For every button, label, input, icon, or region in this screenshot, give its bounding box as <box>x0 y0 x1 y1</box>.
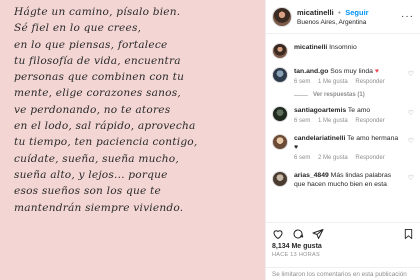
like-comment-icon[interactable]: ♡ <box>408 137 414 145</box>
text-line: sueña alto, y lejos... porque <box>14 168 168 181</box>
share-icon[interactable] <box>312 228 324 240</box>
text-line: tu tiempo, ten paciencia contigo, <box>14 136 198 149</box>
reply-button[interactable]: Responder <box>355 155 384 161</box>
post-image: Hágte un camino, písalo bien. Sé fiel en… <box>0 0 265 280</box>
comment-text: Sos muy linda <box>330 68 373 75</box>
text-line: en lo que piensas, fortalece <box>14 38 168 51</box>
post-sidebar: micatinelli • Seguir Buenos Aires, Argen… <box>265 0 420 280</box>
comment-time: 6 sem <box>294 118 311 124</box>
bookmark-icon[interactable] <box>403 228 414 240</box>
caption-text: Insomnio <box>329 44 357 51</box>
handwritten-text: Hágte un camino, písalo bien. Sé fiel en… <box>0 0 265 216</box>
caption: micatinelli Insomnio <box>272 43 414 59</box>
comment-time: 6 sem <box>294 79 311 85</box>
comment-username[interactable]: santiagoartemis <box>294 107 346 114</box>
comment-time: 6 sem <box>294 155 311 161</box>
comment-text: Te amo <box>347 107 371 114</box>
heart-emoji-icon: ♥ <box>294 144 299 151</box>
comment-item: candelariatinelli Te amo hermana ♥ 6 sem… <box>272 134 414 163</box>
text-line: en el lodo, sal rápido, aprovecha <box>14 120 196 133</box>
text-line: personas que combinen con tu <box>14 71 185 84</box>
author-avatar[interactable] <box>272 6 292 27</box>
like-comment-icon[interactable]: ♡ <box>408 174 414 182</box>
follow-button[interactable]: Seguir <box>345 8 368 17</box>
comment-username[interactable]: tan.and.go <box>294 68 328 75</box>
post-timestamp: HACE 13 HORAS <box>272 252 320 258</box>
commenter-avatar[interactable] <box>272 171 288 187</box>
comment-icon[interactable] <box>292 228 304 240</box>
view-replies-link[interactable]: Ver respuestas (1) <box>294 92 414 98</box>
comments-list: micatinelli Insomnio tan.and.go Sos muy … <box>266 35 420 215</box>
comment-item: arias_4849 Más lindas palabras que hacen… <box>272 171 414 189</box>
comment-item: santiagoartemis Te amo 6 sem 1 Me gusta … <box>272 106 414 126</box>
comment-likes[interactable]: 1 Me gusta <box>318 79 348 85</box>
reply-button[interactable]: Responder <box>355 79 384 85</box>
comment-text: Te amo hermana <box>347 135 399 142</box>
text-line: Sé fiel en lo que crees, <box>14 22 142 35</box>
text-line: mente, elige corazones sanos, <box>14 87 181 100</box>
author-info: micatinelli • Seguir Buenos Aires, Argen… <box>297 6 369 28</box>
comment-item: tan.and.go Sos muy linda ♥ 6 sem 1 Me gu… <box>272 67 414 87</box>
text-line: cuídate, sueña, sueña mucho, <box>14 152 179 165</box>
heart-icon[interactable] <box>272 228 284 240</box>
like-comment-icon[interactable]: ♡ <box>408 109 414 117</box>
comments-limited-notice: Se limitaron los comentarios en esta pub… <box>266 267 420 280</box>
like-count[interactable]: 8,134 Me gusta <box>272 243 414 250</box>
comment-username[interactable]: candelariatinelli <box>294 135 345 142</box>
more-options-icon[interactable]: ··· <box>401 11 414 22</box>
location-link[interactable]: Buenos Aires, Argentina <box>297 18 369 28</box>
comment-username[interactable]: arias_4849 <box>294 172 329 179</box>
heart-emoji-icon: ♥ <box>374 68 379 75</box>
commenter-avatar[interactable] <box>272 134 288 150</box>
comment-likes[interactable]: 1 Me gusta <box>318 118 348 124</box>
text-line: mantendrán siempre viviendo. <box>14 201 184 214</box>
author-avatar[interactable] <box>272 43 288 59</box>
text-line: ve perdonando, no te atores <box>14 103 171 116</box>
caption-username[interactable]: micatinelli <box>294 44 327 51</box>
reply-button[interactable]: Responder <box>355 118 384 124</box>
post-header: micatinelli • Seguir Buenos Aires, Argen… <box>266 0 420 34</box>
replies-divider <box>294 94 308 96</box>
commenter-avatar[interactable] <box>272 106 288 122</box>
view-replies-label: Ver respuestas (1) <box>313 92 365 98</box>
text-line: Hágte un camino, písalo bien. <box>14 6 181 18</box>
text-line: tu filosofía de vida, encuentra <box>14 54 181 67</box>
text-line: esos sueños son los que te <box>14 185 161 198</box>
like-comment-icon[interactable]: ♡ <box>408 70 414 78</box>
separator-dot: • <box>338 7 341 17</box>
commenter-avatar[interactable] <box>272 67 288 83</box>
author-username[interactable]: micatinelli <box>297 8 334 17</box>
comment-likes[interactable]: 2 Me gusta <box>318 155 348 161</box>
